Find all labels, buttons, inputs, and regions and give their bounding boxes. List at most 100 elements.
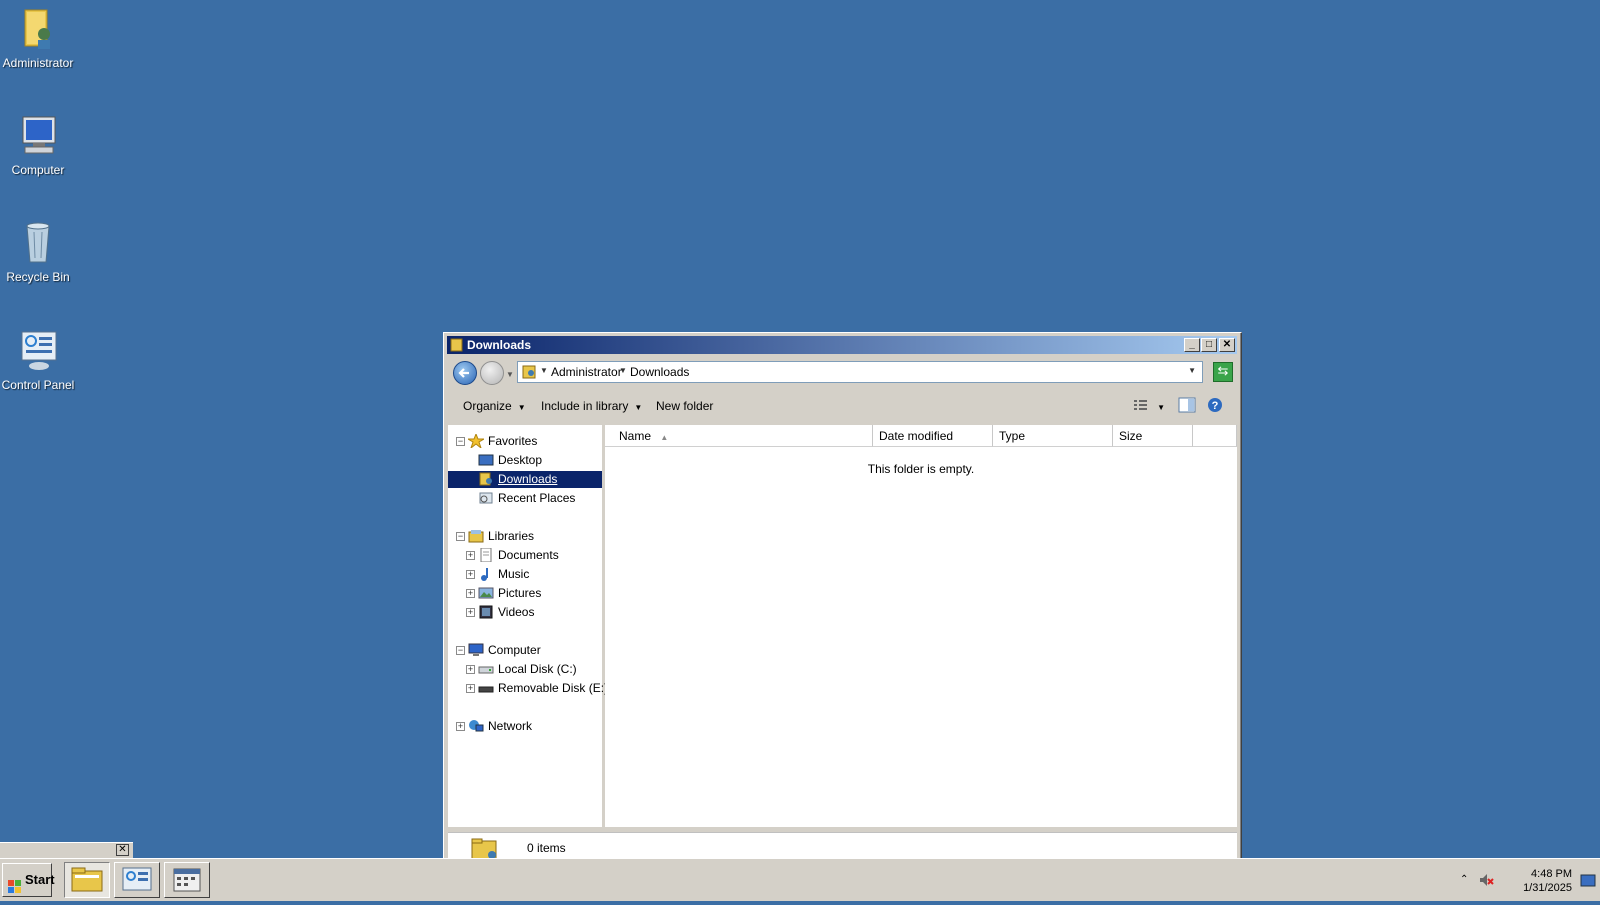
- tree-label: Network: [488, 719, 533, 733]
- item-count: 0 items: [527, 841, 566, 855]
- libraries-icon: [468, 529, 484, 543]
- tree-item-pictures[interactable]: + Pictures: [448, 585, 602, 602]
- desktop-icon-label: Control Panel: [1, 378, 75, 392]
- tree-label: Local Disk (C:): [498, 662, 577, 676]
- removable-disk-icon: [478, 681, 494, 695]
- clock-date: 1/31/2025: [1523, 882, 1572, 894]
- refresh-button[interactable]: ⇆: [1213, 362, 1233, 382]
- folder-icon: [450, 338, 463, 352]
- tree-item-downloads[interactable]: Downloads: [448, 471, 602, 488]
- help-icon: ?: [1208, 398, 1222, 412]
- include-in-library-button[interactable]: Include in library ▼: [541, 399, 642, 413]
- folder-icon: [522, 365, 536, 382]
- control-panel-icon: [122, 867, 152, 891]
- svg-text:?: ?: [1212, 400, 1219, 412]
- expand-toggle[interactable]: +: [466, 551, 475, 560]
- tree-label: Libraries: [488, 529, 535, 543]
- expand-toggle[interactable]: +: [466, 665, 475, 674]
- desktop-icon-administrator[interactable]: Administrator: [0, 6, 76, 70]
- expand-toggle[interactable]: +: [456, 722, 465, 731]
- pictures-icon: [478, 586, 494, 600]
- organize-label: Organize: [463, 399, 512, 413]
- tree-item-documents[interactable]: + Documents: [448, 547, 602, 564]
- collapse-toggle[interactable]: −: [456, 437, 465, 446]
- minimize-button[interactable]: _: [1184, 338, 1200, 352]
- desktop-icon-recycle-bin[interactable]: Recycle Bin: [0, 220, 76, 284]
- help-button[interactable]: ?: [1205, 396, 1225, 414]
- file-list[interactable]: Name ▲ Date modified Type Size This fold…: [605, 425, 1237, 827]
- tree-item-music[interactable]: + Music: [448, 566, 602, 583]
- view-dropdown[interactable]: ▼: [1157, 403, 1165, 412]
- forward-button[interactable]: [480, 361, 504, 385]
- column-header-date-modified[interactable]: Date modified: [873, 425, 993, 447]
- taskbar-app-button[interactable]: [164, 862, 210, 898]
- tree-favorites[interactable]: − Favorites: [448, 432, 602, 450]
- user-folder-icon: [17, 6, 59, 52]
- view-options-button[interactable]: [1131, 396, 1151, 414]
- tree-item-videos[interactable]: + Videos: [448, 604, 602, 621]
- collapse-toggle[interactable]: −: [456, 646, 465, 655]
- tree-item-desktop[interactable]: Desktop: [448, 452, 602, 469]
- tree-item-local-disk-c[interactable]: + Local Disk (C:): [448, 661, 602, 678]
- show-hidden-icons-button[interactable]: ⌃: [1460, 874, 1468, 885]
- expand-toggle[interactable]: +: [466, 608, 475, 617]
- tree-label: Music: [498, 567, 530, 581]
- title-bar[interactable]: Downloads _ □ ✕: [447, 336, 1237, 354]
- clock-time: 4:48 PM: [1531, 868, 1572, 880]
- chevron-down-icon[interactable]: ▼: [619, 366, 627, 375]
- column-header-name[interactable]: Name ▲: [605, 425, 873, 447]
- close-icon[interactable]: ✕: [116, 844, 129, 856]
- control-panel-icon: [17, 328, 59, 374]
- address-history-dropdown[interactable]: ▼: [1188, 366, 1196, 375]
- desktop-icon-control-panel[interactable]: Control Panel: [0, 328, 76, 392]
- tree-computer[interactable]: − Computer: [448, 642, 602, 659]
- desktop-icon: [478, 453, 494, 467]
- explorer-icon: [71, 867, 103, 892]
- floating-toolbar[interactable]: ✕: [0, 842, 133, 859]
- maximize-button[interactable]: □: [1201, 338, 1217, 352]
- breadcrumb-administrator[interactable]: Administrator: [551, 365, 622, 379]
- network-icon: [468, 719, 484, 733]
- computer-icon: [17, 113, 59, 159]
- breadcrumb-downloads[interactable]: Downloads: [630, 365, 689, 379]
- start-button[interactable]: Start: [2, 863, 55, 897]
- tree-network[interactable]: + Network: [448, 718, 602, 735]
- tree-item-removable-disk-e[interactable]: + Removable Disk (E:): [448, 680, 608, 697]
- column-header-type[interactable]: Type: [993, 425, 1113, 447]
- tree-label: Removable Disk (E:): [498, 681, 609, 695]
- command-bar: Organize ▼ Include in library ▼ New folder…: [447, 391, 1237, 421]
- chevron-down-icon: ▼: [634, 403, 643, 412]
- preview-pane-icon: [1178, 397, 1196, 413]
- recent-pages-dropdown[interactable]: ▼: [506, 370, 514, 379]
- preview-pane-button[interactable]: [1177, 396, 1197, 414]
- recycle-bin-icon: [17, 220, 59, 266]
- clock[interactable]: 4:48 PM 1/31/2025: [1523, 867, 1572, 895]
- back-button[interactable]: [453, 361, 477, 385]
- show-desktop-icon[interactable]: [1580, 874, 1596, 891]
- collapse-toggle[interactable]: −: [456, 532, 465, 541]
- taskbar-control-panel-button[interactable]: [114, 862, 160, 898]
- expand-toggle[interactable]: +: [466, 684, 475, 693]
- column-label: Name: [619, 429, 652, 443]
- address-bar[interactable]: ▼ Administrator ▼ Downloads ▼: [517, 361, 1203, 383]
- column-header-size[interactable]: Size: [1113, 425, 1193, 447]
- expand-toggle[interactable]: +: [466, 589, 475, 598]
- new-folder-button[interactable]: New folder: [656, 399, 713, 413]
- organize-button[interactable]: Organize ▼: [463, 399, 526, 413]
- taskbar-explorer-button[interactable]: [64, 862, 110, 898]
- tree-label: Documents: [498, 548, 559, 562]
- chevron-down-icon: ▼: [517, 403, 526, 412]
- expand-toggle[interactable]: +: [466, 570, 475, 579]
- desktop-icon-computer[interactable]: Computer: [0, 113, 76, 177]
- tree-libraries[interactable]: − Libraries: [448, 528, 602, 545]
- explorer-window: Downloads _ □ ✕ ▼ ▼ Administrator ▼ Down…: [443, 332, 1242, 862]
- system-tray: ⌃ 4:48 PM 1/31/2025: [1452, 862, 1600, 898]
- documents-icon: [478, 547, 494, 563]
- windows-logo-icon: [8, 873, 21, 893]
- close-button[interactable]: ✕: [1219, 338, 1235, 352]
- navigation-pane: − Favorites Desktop Downloads Recent Pla…: [448, 425, 608, 827]
- volume-muted-icon[interactable]: [1478, 872, 1494, 891]
- chevron-down-icon[interactable]: ▼: [540, 366, 548, 375]
- downloads-folder-icon: [478, 472, 494, 486]
- tree-item-recent-places[interactable]: Recent Places: [448, 490, 602, 507]
